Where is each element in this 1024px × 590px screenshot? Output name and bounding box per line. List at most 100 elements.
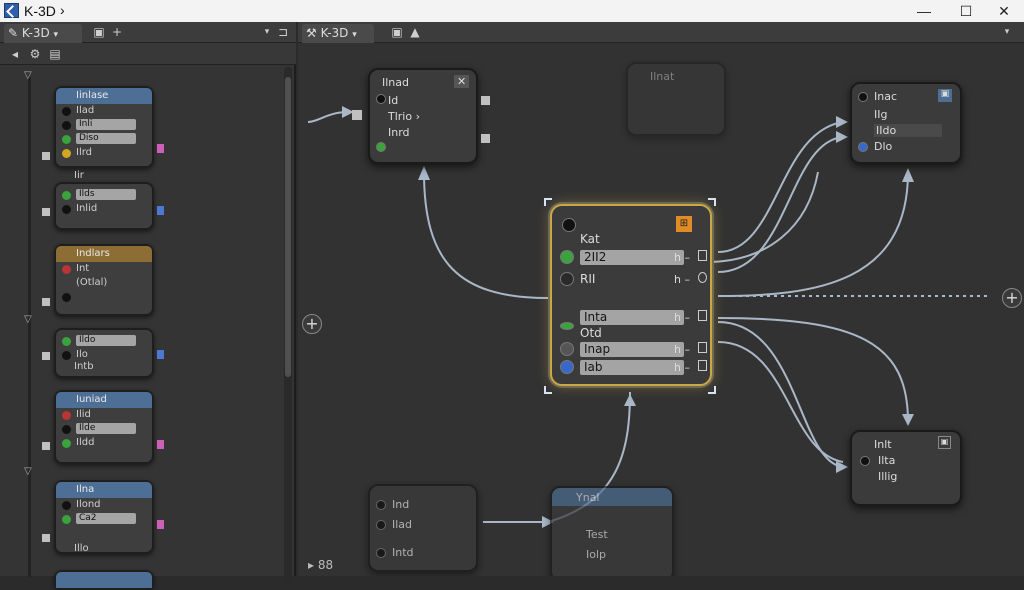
back-arrow-icon[interactable]: ◂ <box>6 46 24 62</box>
port-icon[interactable] <box>560 250 574 264</box>
node-title: Kat <box>580 232 600 246</box>
node-bottom[interactable]: Ynal Test Iolp <box>550 486 674 576</box>
collapse-marker-icon[interactable]: ▽ <box>24 70 32 81</box>
row-label: Iolp <box>586 548 607 561</box>
left-node-partial[interactable] <box>54 570 154 590</box>
add-input-button[interactable]: + <box>302 314 322 334</box>
row-label: Ilid <box>76 409 91 420</box>
port-icon[interactable] <box>560 272 574 286</box>
selected-node[interactable]: ⊞ Kat 2II2 h – RII h – Inta h – Otd Inap… <box>550 204 712 386</box>
input-pin[interactable] <box>352 110 362 120</box>
add-icon[interactable]: + <box>108 24 126 40</box>
collapse-marker-icon[interactable]: ▽ <box>24 314 32 325</box>
node-footer: Iir <box>74 170 84 181</box>
input-pin[interactable] <box>42 208 50 216</box>
app-logo-icon <box>4 3 19 18</box>
output-pin[interactable] <box>157 206 164 215</box>
node-menu-icon[interactable]: ▣ <box>938 436 951 449</box>
selection-handle[interactable] <box>708 386 716 394</box>
tab-left-k3d[interactable]: ✎ K-3D ▾ <box>4 24 82 43</box>
add-output-button[interactable]: + <box>1002 288 1022 308</box>
scrollbar-thumb[interactable] <box>285 77 291 377</box>
selection-handle[interactable] <box>544 386 552 394</box>
output-pin[interactable] <box>698 250 707 261</box>
node-field[interactable]: Ildo <box>76 334 136 346</box>
output-pin[interactable] <box>698 360 707 371</box>
input-pin[interactable] <box>42 152 50 160</box>
left-node-4[interactable]: Iuniad Ilid Ilde Ildd <box>42 390 164 464</box>
node-field[interactable]: Ilde <box>76 422 136 434</box>
row-label: Ilond <box>76 499 101 510</box>
node-graph-canvas[interactable]: ⚒ K-3D ▾ ▣ ▲ ▾ + + Ilnad ✕ Id Tlrio › In… <box>298 22 1024 576</box>
output-pin[interactable] <box>698 342 707 353</box>
output-pin[interactable] <box>481 134 490 143</box>
port-icon[interactable] <box>376 548 386 558</box>
output-pin[interactable] <box>157 350 164 359</box>
node-close-icon[interactable]: ✕ <box>454 75 470 88</box>
node-bottom-left[interactable]: Ind Ilad Intd <box>368 484 478 572</box>
row-label: Id <box>388 94 399 107</box>
port-icon[interactable] <box>560 342 574 356</box>
input-pin[interactable] <box>42 442 50 450</box>
node-type-icon <box>562 218 576 232</box>
left-panel-scrollbar[interactable] <box>284 67 292 587</box>
output-pin[interactable] <box>157 520 164 529</box>
folder-icon[interactable]: ▤ <box>46 46 64 62</box>
node-field[interactable]: Inta <box>580 310 684 325</box>
node-field[interactable]: Inli <box>76 118 136 130</box>
left-node-2[interactable]: Indlars Int (Otlal) <box>42 244 154 316</box>
node-menu-icon[interactable]: ⊞ <box>676 216 692 232</box>
list-icon[interactable]: ▣ <box>90 24 108 40</box>
port-icon[interactable] <box>560 360 574 374</box>
node-menu-icon[interactable]: ▣ <box>938 89 952 102</box>
output-pin[interactable] <box>481 96 490 105</box>
minimize-button[interactable]: — <box>904 0 944 22</box>
input-pin[interactable] <box>42 298 50 306</box>
node-title: Inac <box>874 90 898 103</box>
output-pin[interactable] <box>157 440 164 449</box>
selection-handle[interactable] <box>708 198 716 206</box>
row-label: Otd <box>580 326 602 340</box>
row-label: Ilta <box>878 454 896 467</box>
node-top-left[interactable]: Ilnad ✕ Id Tlrio › Inrd <box>352 68 490 164</box>
collapse-marker-icon[interactable]: ▽ <box>24 466 32 477</box>
selection-handle[interactable] <box>544 198 552 206</box>
port-icon[interactable] <box>858 142 868 152</box>
row-label: Int <box>76 263 90 274</box>
output-pin[interactable] <box>698 310 707 321</box>
settings-icon[interactable]: ⚙ <box>26 46 44 62</box>
input-pin[interactable] <box>42 352 50 360</box>
edge <box>717 136 844 273</box>
port-icon[interactable] <box>560 322 574 330</box>
output-pin[interactable] <box>157 144 164 153</box>
title-chevron-icon[interactable]: › <box>60 2 65 18</box>
node-title: Ilnat <box>650 70 675 83</box>
panel-pin-icon[interactable]: ⊐ <box>274 24 292 40</box>
node-field[interactable]: Diso <box>76 132 136 144</box>
input-pin[interactable] <box>42 534 50 542</box>
node-field[interactable]: 2II2 <box>580 250 684 265</box>
port-icon[interactable] <box>376 500 386 510</box>
port-icon[interactable] <box>860 456 870 466</box>
port-icon[interactable] <box>376 142 386 152</box>
close-window-button[interactable]: ✕ <box>984 0 1024 22</box>
port-icon[interactable] <box>376 94 386 104</box>
node-field[interactable]: Ca2 <box>76 512 136 524</box>
node-right-top[interactable]: Inac ▣ IIg IIdo Dlo <box>850 82 962 164</box>
zoom-indicator[interactable]: ▸ 88 <box>308 558 333 572</box>
port-icon[interactable] <box>376 520 386 530</box>
node-right-bottom[interactable]: Inlt ▣ Ilta Illig <box>850 430 962 506</box>
port-icon[interactable] <box>858 92 868 102</box>
node-field[interactable]: Inap <box>580 342 684 357</box>
edge <box>423 171 549 299</box>
pen-icon: ✎ <box>8 26 19 40</box>
node-field[interactable]: Iab <box>580 360 684 375</box>
output-pin[interactable] <box>698 272 707 283</box>
maximize-button[interactable]: ☐ <box>946 0 986 22</box>
node-title: Ynal <box>576 491 600 504</box>
node-top-mid[interactable]: Ilnat <box>626 62 726 136</box>
left-node-1[interactable]: Ilds Inlid <box>42 182 164 230</box>
node-footer: Illo <box>74 543 89 554</box>
left-node-0[interactable]: Iinlase Ilad Inli Diso Ilrd <box>42 86 164 168</box>
node-field[interactable]: Ilds <box>76 188 136 200</box>
